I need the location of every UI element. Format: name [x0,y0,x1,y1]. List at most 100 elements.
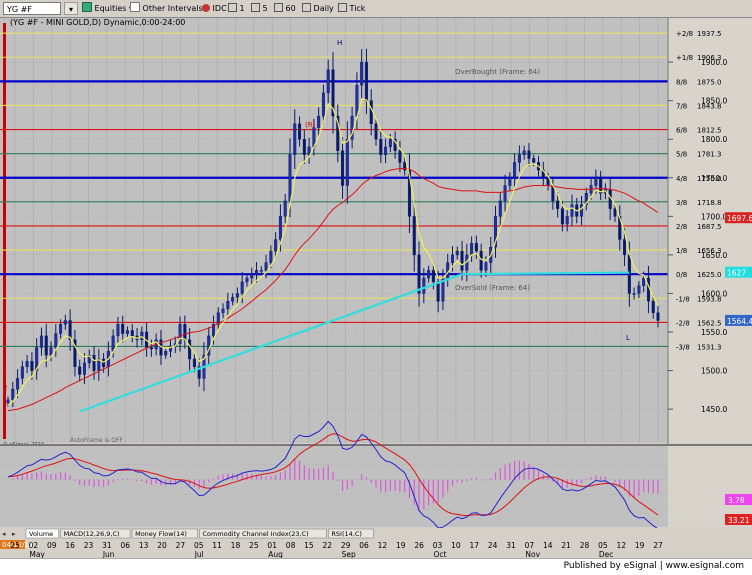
date-tick-label: 18 [231,541,241,550]
candle-body [532,158,536,163]
candle-body [235,293,239,298]
date-tick-label: 16 [65,541,75,550]
candle-body [379,139,383,155]
equities-label: Equities [94,4,127,13]
candle-body [446,262,450,279]
interval-5-button[interactable]: 5 [251,2,268,15]
candle-body [321,92,325,117]
left-red-marker [3,23,6,439]
candle-body [16,378,20,390]
interval-daily-button[interactable]: Daily [302,2,334,15]
other-intervals-menu[interactable]: Other Intervals ▾ [130,2,209,15]
candle-body [39,335,43,348]
murrey-level-label: 8/8 [676,78,687,86]
candle-body [565,216,569,225]
date-tick-label: 06 [120,541,130,550]
pivot-label-l: L [626,334,630,342]
candle-body [417,254,421,294]
candle-body [623,239,627,256]
candle-body [188,339,192,360]
candle-body [302,139,306,155]
study-tab[interactable]: Commodity Channel Index(23,C) [199,528,327,539]
murrey-level-label: 5/8 [676,151,687,159]
interval-icon [251,3,260,12]
overbought-frame-label: OverBought (Frame: 64) [455,68,540,76]
candle-body [513,162,517,178]
candle-body [269,250,273,263]
interval-1-button[interactable]: 1 [228,2,245,15]
candle-body [78,366,82,375]
price-tick-label: 1900.0 [701,58,727,67]
candle-body [384,146,388,155]
pivot-label-r: (R) [305,121,316,129]
tabs-scroll-right[interactable]: ▸ [12,530,16,538]
date-tick-label: 11 [212,541,222,550]
interval-tick-label: Tick [349,4,366,13]
interval-60-button[interactable]: 60 [274,2,296,15]
month-label: Sep [342,550,356,558]
candle-body [121,324,125,334]
symbol-dropdown-button[interactable]: ▾ [64,2,78,15]
chart-canvas: (YG #F - MINI GOLD,D) Dynamic,0:00-24:00… [0,18,752,558]
toolbar: YG #F ▾ Equities ▾ Other Intervals ▾ IDC… [0,0,752,18]
candle-body [470,243,474,256]
candle-body [25,361,29,367]
study-tab[interactable]: MACD(12,26,9,C) [60,528,131,539]
date-tick-label: 31 [102,541,112,550]
candle-body [422,277,426,294]
date-tick-label: 07 [525,541,535,550]
murrey-level-label: 2/8 [676,223,687,231]
date-tick-label: 06 [359,541,369,550]
interval-tick-button[interactable]: Tick [338,2,365,15]
candle-body [125,330,129,334]
date-tick-label: 24 [488,541,498,550]
date-tick-label: 20 [157,541,167,550]
study-tab[interactable]: Volume [25,528,59,539]
candle-body [594,177,598,186]
candle-body [250,273,254,279]
candle-body [398,150,402,163]
date-tick-label: 26 [414,541,424,550]
candle-body [642,277,646,286]
price-tick-label: 1700.0 [701,212,727,221]
date-tick-label: 19 [396,541,406,550]
candle-body [298,123,302,140]
intervals-label: Other Intervals [142,4,203,13]
candle-body [116,324,120,337]
date-tick-label: 09 [47,541,57,550]
candle-body [240,281,244,294]
candle-body [436,281,440,302]
murrey-level-price: 1687.5 [697,223,722,231]
candle-body [460,250,464,271]
candle-body [580,204,584,217]
candle-body [192,358,196,367]
candle-body [474,243,478,252]
candle-body [102,358,106,367]
murrey-level-label: 0/8 [676,271,687,279]
candle-body [527,150,531,159]
symbol-input[interactable]: YG #F [3,2,61,15]
date-tick-label: 15 [304,541,314,550]
tabs-scroll-left[interactable]: ◂ [2,530,6,538]
price-tick-label: 1550.0 [701,328,727,337]
pivot-label-2: 2 [3,384,7,392]
interval-60-label: 60 [285,4,296,13]
candle-body [479,250,483,271]
candle-body [20,366,24,379]
price-tick-label: 1600.0 [701,289,727,298]
interval-icon [274,3,283,12]
date-tick-label: 27 [176,541,186,550]
date-tick-label: 08 [286,541,296,550]
pivot-label-h: H [337,39,342,47]
candle-body [30,361,34,371]
candle-body [130,330,134,337]
date-tick-label: 17 [470,541,480,550]
date-tick-label: 27 [653,541,663,550]
study-tab[interactable]: RSI(14,C) [328,528,374,539]
study-tab[interactable]: Money Flow(14) [131,528,198,539]
idc-button[interactable]: IDC [202,2,227,15]
interval-5-label: 5 [262,4,268,13]
equities-menu[interactable]: Equities ▾ [82,2,133,15]
candle-body [92,354,96,371]
candle-body [82,362,86,375]
